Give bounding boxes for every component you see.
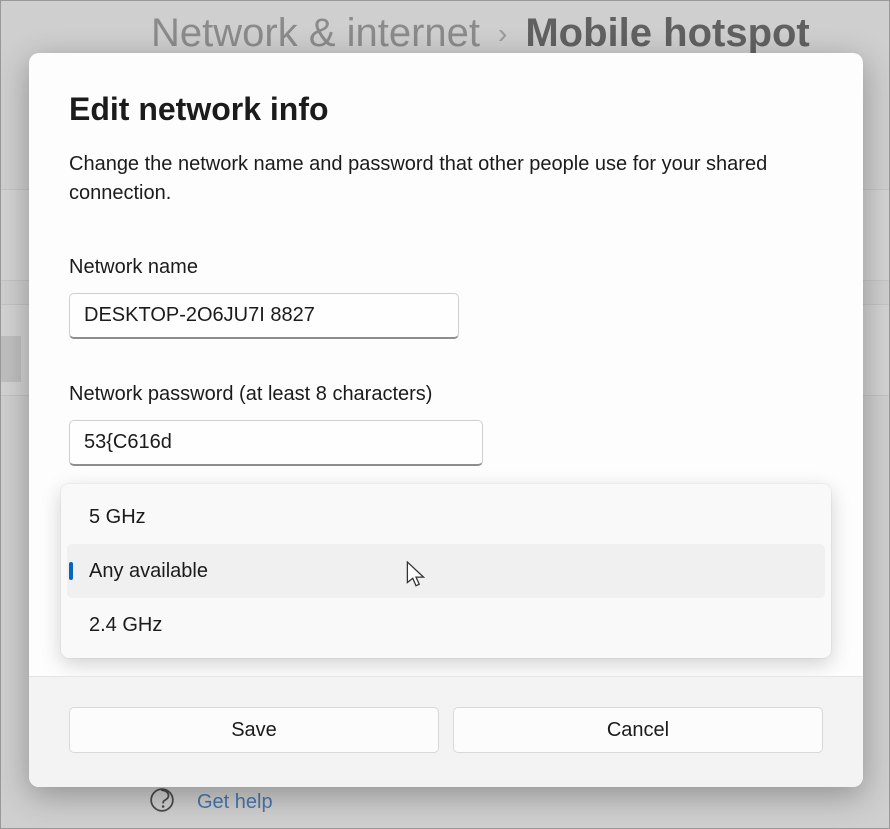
save-button[interactable]: Save bbox=[69, 707, 439, 753]
network-password-label: Network password (at least 8 characters) bbox=[69, 383, 823, 406]
band-option-5ghz[interactable]: 5 GHz bbox=[67, 490, 825, 544]
network-name-label: Network name bbox=[69, 256, 823, 279]
band-option-label: 5 GHz bbox=[89, 506, 146, 529]
band-option-any-available[interactable]: Any available bbox=[67, 544, 825, 598]
edit-network-info-dialog: Edit network info Change the network nam… bbox=[29, 53, 863, 787]
band-option-24ghz[interactable]: 2.4 GHz bbox=[67, 598, 825, 652]
network-name-input[interactable] bbox=[69, 293, 459, 339]
network-password-input[interactable] bbox=[69, 420, 483, 466]
dialog-description: Change the network name and password tha… bbox=[69, 150, 823, 208]
cancel-button[interactable]: Cancel bbox=[453, 707, 823, 753]
dialog-title: Edit network info bbox=[69, 91, 823, 128]
band-option-label: Any available bbox=[89, 560, 208, 583]
network-band-dropdown-list: 5 GHz Any available 2.4 GHz bbox=[61, 484, 831, 658]
band-option-label: 2.4 GHz bbox=[89, 614, 162, 637]
dialog-footer: Save Cancel bbox=[29, 676, 863, 787]
